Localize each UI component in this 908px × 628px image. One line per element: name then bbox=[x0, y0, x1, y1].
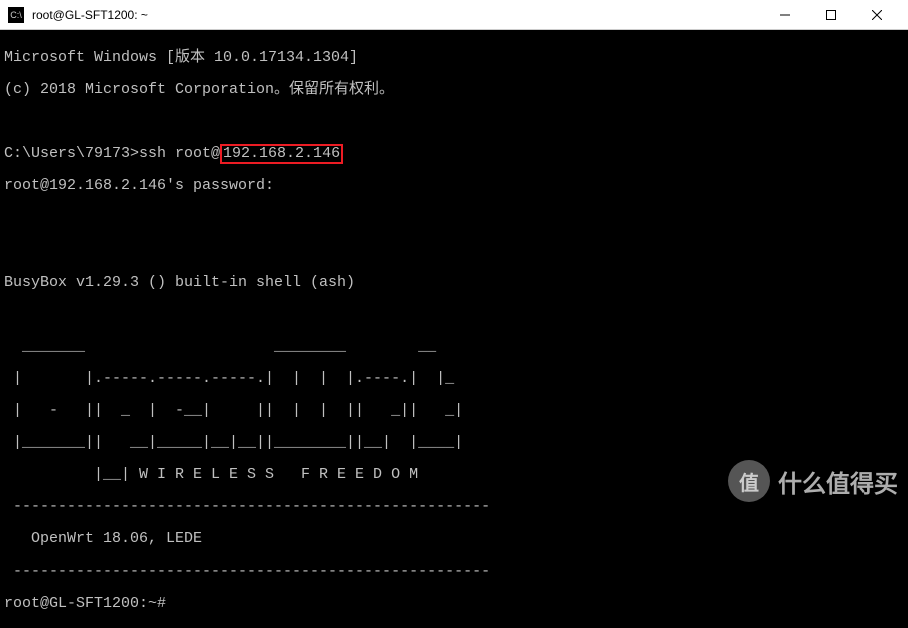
openwrt-version: OpenWrt 18.06, LEDE bbox=[4, 531, 904, 547]
close-icon bbox=[872, 10, 882, 20]
window-title: root@GL-SFT1200: ~ bbox=[32, 8, 762, 22]
busybox-line: BusyBox v1.29.3 () built-in shell (ash) bbox=[4, 275, 904, 291]
ascii-art-line: | - || _ | -__| || | | || _|| _| bbox=[4, 403, 904, 419]
ascii-art-line: _______ ________ __ bbox=[4, 339, 904, 355]
password-prompt: root@192.168.2.146's password: bbox=[4, 178, 904, 194]
minimize-icon bbox=[780, 10, 790, 20]
watermark-logo: 值 bbox=[728, 460, 770, 502]
terminal-output[interactable]: Microsoft Windows [版本 10.0.17134.1304] (… bbox=[0, 30, 908, 512]
terminal-icon: C:\ bbox=[8, 7, 24, 23]
ascii-art-line: |_______|| __|_____|__|__||________||__|… bbox=[4, 435, 904, 451]
shell-prompt: root@GL-SFT1200:~# bbox=[4, 596, 904, 612]
minimize-button[interactable] bbox=[762, 0, 808, 30]
ssh-command-line: C:\Users\79173>ssh root@192.168.2.146 bbox=[4, 146, 904, 162]
ssh-command-prefix: C:\Users\79173>ssh root@ bbox=[4, 145, 220, 162]
window-controls bbox=[762, 0, 900, 30]
terminal-line bbox=[4, 114, 904, 130]
terminal-line: Microsoft Windows [版本 10.0.17134.1304] bbox=[4, 50, 904, 66]
divider-line: ----------------------------------------… bbox=[4, 564, 904, 580]
watermark: 值 什么值得买 bbox=[728, 460, 898, 502]
ip-highlight: 192.168.2.146 bbox=[220, 144, 343, 164]
terminal-line bbox=[4, 211, 904, 227]
terminal-line bbox=[4, 243, 904, 259]
terminal-line bbox=[4, 307, 904, 323]
watermark-text: 什么值得买 bbox=[778, 464, 898, 499]
close-button[interactable] bbox=[854, 0, 900, 30]
maximize-button[interactable] bbox=[808, 0, 854, 30]
window-titlebar: C:\ root@GL-SFT1200: ~ bbox=[0, 0, 908, 30]
terminal-line: (c) 2018 Microsoft Corporation。保留所有权利。 bbox=[4, 82, 904, 98]
maximize-icon bbox=[826, 10, 836, 20]
terminal-icon-label: C:\ bbox=[10, 10, 22, 20]
ascii-art-line: | |.-----.-----.-----.| | | |.----.| |_ bbox=[4, 371, 904, 387]
